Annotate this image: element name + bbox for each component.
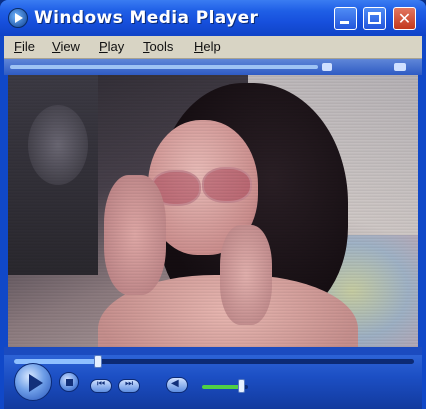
- media-player-window: Windows Media Player ✕ File View Play To…: [0, 0, 426, 409]
- scanline-overlay: [8, 75, 418, 347]
- media-player-icon: [8, 8, 28, 28]
- previous-track-button[interactable]: [90, 379, 112, 393]
- strip-handle[interactable]: [394, 63, 406, 71]
- menu-view[interactable]: View: [52, 39, 80, 54]
- volume-slider[interactable]: [202, 379, 248, 393]
- volume-handle[interactable]: [238, 379, 246, 393]
- minimize-button[interactable]: [334, 7, 357, 30]
- window-title: Windows Media Player: [34, 8, 259, 28]
- minimize-icon: [340, 21, 349, 24]
- title-bar[interactable]: Windows Media Player ✕: [0, 0, 426, 36]
- menu-file[interactable]: File: [14, 39, 35, 54]
- close-button[interactable]: ✕: [393, 7, 416, 30]
- menu-help[interactable]: Help: [194, 39, 221, 54]
- seek-handle[interactable]: [94, 355, 102, 368]
- mute-button[interactable]: [166, 377, 188, 393]
- strip-handle[interactable]: [322, 63, 332, 71]
- seek-bar[interactable]: [14, 355, 414, 368]
- maximize-icon: [368, 12, 381, 24]
- maximize-button[interactable]: [363, 7, 386, 30]
- video-display[interactable]: [8, 75, 418, 347]
- volume-level: [202, 385, 242, 389]
- menu-play[interactable]: Play: [99, 39, 124, 54]
- top-strip: [4, 59, 422, 75]
- play-button[interactable]: [14, 363, 52, 401]
- top-seek-track: [10, 65, 318, 69]
- playback-controls: [4, 355, 422, 409]
- next-track-button[interactable]: [118, 379, 140, 393]
- menu-tools[interactable]: Tools: [143, 39, 173, 54]
- stop-button[interactable]: [59, 372, 79, 392]
- menu-bar: File View Play Tools Help: [4, 36, 422, 59]
- close-icon: ✕: [397, 9, 412, 28]
- video-bottom-strip: [4, 347, 422, 355]
